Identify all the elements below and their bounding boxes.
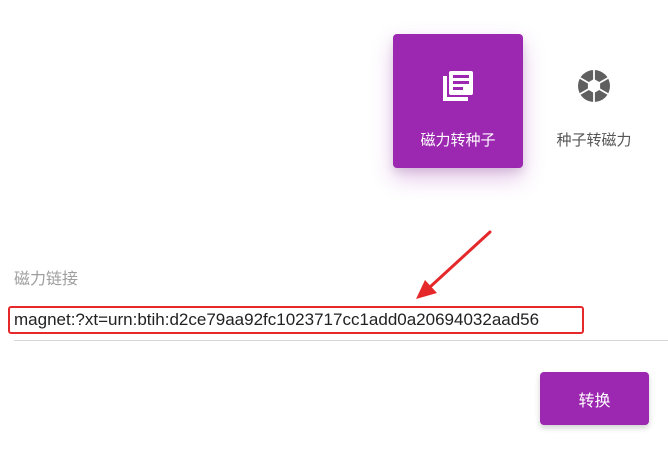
tab-magnet-to-torrent[interactable]: 磁力转种子 xyxy=(393,34,523,168)
camera-shutter-icon xyxy=(578,70,610,102)
convert-button[interactable]: 转换 xyxy=(540,372,649,425)
tab-label: 种子转磁力 xyxy=(556,131,632,149)
page: 磁力转种子 种子转磁力 磁力链接 转换 xyxy=(0,0,668,461)
tab-torrent-to-magnet[interactable]: 种子转磁力 xyxy=(529,34,659,168)
magnet-link-input[interactable] xyxy=(8,306,584,334)
library-books-icon xyxy=(443,71,473,101)
input-underline xyxy=(14,340,668,341)
magnet-link-label: 磁力链接 xyxy=(14,269,79,288)
tab-label: 磁力转种子 xyxy=(420,131,496,149)
